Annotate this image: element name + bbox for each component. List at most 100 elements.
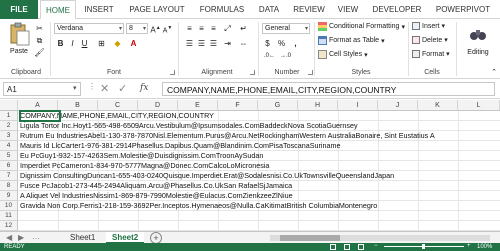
align-middle-icon[interactable]: ≡ bbox=[196, 23, 207, 34]
currency-button[interactable]: $ bbox=[262, 38, 273, 49]
cell-value[interactable]: Ligula Tortor Inc.Hoyt1-565-498-6509Arcu… bbox=[20, 121, 358, 131]
name-box[interactable]: A1 bbox=[3, 82, 81, 96]
borders-icon[interactable]: ⊞ bbox=[96, 38, 107, 49]
insert-function-icon[interactable]: fx bbox=[140, 83, 148, 93]
scrollbar-thumb[interactable] bbox=[280, 235, 340, 241]
enter-icon[interactable]: ✓ bbox=[118, 82, 127, 95]
column-header[interactable]: H bbox=[298, 100, 338, 111]
italic-button[interactable]: I bbox=[67, 38, 78, 49]
chevron-down-icon[interactable]: ▾ bbox=[73, 84, 77, 92]
formula-input[interactable]: COMPANY,NAME,PHONE,EMAIL,CITY,REGION,COU… bbox=[162, 82, 495, 96]
number-dialog-launcher[interactable] bbox=[308, 70, 313, 75]
copy-icon[interactable]: ⧉ bbox=[34, 35, 45, 46]
cell-value[interactable]: Eu PcGuy1-932-157-4263Sem.Molestie@Duisd… bbox=[20, 151, 263, 161]
cell-styles-button[interactable]: Cell Styles ▾ bbox=[318, 50, 368, 59]
tab-review[interactable]: REVIEW bbox=[288, 0, 330, 19]
select-all-corner[interactable] bbox=[0, 100, 18, 111]
bold-button[interactable]: B bbox=[55, 38, 66, 49]
worksheet-grid[interactable]: A B C D E F G H I J K L 1 COMPANY,NAME,PH… bbox=[0, 100, 500, 231]
column-header[interactable]: F bbox=[218, 100, 258, 111]
page-layout-view-icon[interactable] bbox=[344, 244, 350, 250]
row-header[interactable]: 12 bbox=[0, 221, 18, 231]
decrease-font-icon[interactable]: A▼ bbox=[162, 23, 173, 34]
column-header[interactable]: L bbox=[458, 100, 500, 111]
row-header[interactable]: 9 bbox=[0, 191, 18, 201]
zoom-in-icon[interactable]: + bbox=[467, 242, 471, 250]
insert-cells-button[interactable]: Insert ▾ bbox=[412, 22, 445, 30]
merge-center-icon[interactable]: ⇔ bbox=[238, 38, 249, 49]
cell-value[interactable]: Dignissim ConsultingDuncan1-655-403-0240… bbox=[20, 171, 394, 181]
cell-value[interactable]: COMPANY,NAME,PHONE,EMAIL,CITY,REGION,COU… bbox=[19, 110, 214, 122]
table-row[interactable] bbox=[18, 221, 500, 231]
row-header[interactable]: 10 bbox=[0, 201, 18, 211]
row-header[interactable]: 8 bbox=[0, 181, 18, 191]
collapse-ribbon-icon[interactable]: ⌃ bbox=[491, 68, 497, 76]
format-painter-icon[interactable]: 🖌 bbox=[34, 47, 45, 58]
cut-icon[interactable]: ✂ bbox=[34, 23, 45, 34]
number-format-combo[interactable]: General ▾ bbox=[262, 23, 310, 34]
column-header[interactable]: E bbox=[178, 100, 218, 111]
conditional-formatting-button[interactable]: Conditional Formatting ▾ bbox=[318, 22, 405, 31]
row-header[interactable]: 5 bbox=[0, 151, 18, 161]
column-header[interactable]: A bbox=[18, 100, 58, 111]
font-dialog-launcher[interactable] bbox=[170, 70, 175, 75]
format-cells-button[interactable]: Format ▾ bbox=[412, 50, 450, 58]
orientation-icon[interactable]: ⤢ bbox=[222, 23, 233, 34]
cell-value[interactable]: Imperdiet PcCameron1-834-970-5777Magna@D… bbox=[20, 161, 269, 171]
column-header[interactable]: B bbox=[58, 100, 98, 111]
percent-button[interactable]: % bbox=[276, 38, 287, 49]
column-header[interactable]: C bbox=[98, 100, 138, 111]
more-options-icon[interactable]: ⋮ bbox=[88, 82, 96, 91]
alignment-dialog-launcher[interactable] bbox=[250, 70, 255, 75]
increase-font-icon[interactable]: A▲ bbox=[150, 23, 161, 35]
tab-view[interactable]: VIEW bbox=[332, 0, 364, 19]
cell-value[interactable]: Rutrum Eu IndustriesAbel1-130-378-7870Ni… bbox=[20, 131, 435, 141]
column-header[interactable]: D bbox=[138, 100, 178, 111]
align-right-icon[interactable]: ☰ bbox=[208, 38, 219, 49]
row-header[interactable]: 6 bbox=[0, 161, 18, 171]
zoom-slider-thumb[interactable] bbox=[422, 244, 425, 249]
column-header[interactable]: K bbox=[418, 100, 458, 111]
column-header[interactable]: I bbox=[338, 100, 378, 111]
cell-value[interactable]: A Aliquet Vel IndustriesNissim1-869-879-… bbox=[20, 191, 293, 201]
align-left-icon[interactable]: ☰ bbox=[184, 38, 195, 49]
tab-formulas[interactable]: FORMULAS bbox=[194, 0, 250, 19]
table-row[interactable] bbox=[18, 211, 500, 221]
comma-button[interactable]: , bbox=[290, 38, 301, 49]
align-center-icon[interactable]: ☰ bbox=[196, 38, 207, 49]
wrap-text-icon[interactable]: ↵ bbox=[238, 23, 249, 34]
tab-data[interactable]: DATA bbox=[252, 0, 286, 19]
align-top-icon[interactable]: ≡ bbox=[184, 23, 195, 34]
tab-developer[interactable]: DEVELOPER bbox=[366, 0, 428, 19]
tab-home[interactable]: HOME bbox=[40, 0, 76, 20]
tab-page-layout[interactable]: PAGE LAYOUT bbox=[122, 0, 192, 19]
font-size-combo[interactable]: 8 ▾ bbox=[126, 23, 148, 34]
zoom-slider[interactable] bbox=[384, 244, 464, 249]
cell-value[interactable]: Mauris Id LlcCarter1-976-381-2914Phasell… bbox=[20, 141, 341, 151]
horizontal-scrollbar[interactable] bbox=[270, 235, 490, 241]
page-break-view-icon[interactable] bbox=[358, 244, 364, 250]
tab-insert[interactable]: INSERT bbox=[80, 0, 118, 19]
scroll-sheets-left-icon[interactable]: ◀ bbox=[6, 233, 12, 242]
row-header[interactable]: 11 bbox=[0, 211, 18, 221]
underline-button[interactable]: U bbox=[79, 38, 90, 49]
row-header[interactable]: 1 bbox=[0, 111, 18, 121]
cell-value[interactable]: Gravida Non Corp.Ferris1-218-159-3692Per… bbox=[20, 201, 377, 211]
editing-button[interactable]: Editing bbox=[462, 23, 494, 67]
font-color-icon[interactable]: A bbox=[128, 38, 139, 49]
tab-file[interactable]: FILE bbox=[0, 0, 38, 19]
more-sheets-icon[interactable]: … bbox=[32, 232, 40, 241]
font-name-combo[interactable]: Verdana ▾ bbox=[54, 23, 124, 34]
scroll-sheets-right-icon[interactable]: ▶ bbox=[18, 233, 24, 242]
decrease-decimal-icon[interactable]: →.0 bbox=[280, 51, 291, 62]
zoom-out-icon[interactable]: − bbox=[374, 242, 378, 250]
row-header[interactable]: 4 bbox=[0, 141, 18, 151]
column-header[interactable]: G bbox=[258, 100, 298, 111]
row-header[interactable]: 2 bbox=[0, 121, 18, 131]
tab-powerpivot[interactable]: POWERPIVOT bbox=[430, 0, 496, 19]
fill-color-icon[interactable]: ◆ bbox=[112, 38, 123, 49]
zoom-level[interactable]: 100% bbox=[477, 243, 492, 251]
row-header[interactable]: 7 bbox=[0, 171, 18, 181]
column-header[interactable]: J bbox=[378, 100, 418, 111]
increase-decimal-icon[interactable]: .0← bbox=[264, 51, 275, 62]
